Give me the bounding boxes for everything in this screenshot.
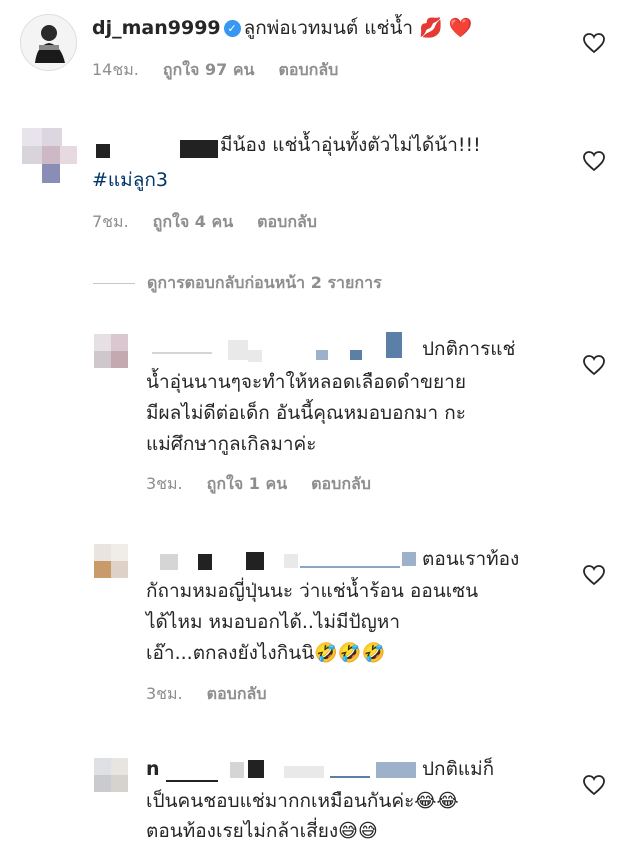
comment-1-meta: 14ชม. ถูกใจ 97 คน ตอบกลับ [92,58,362,83]
avatar-pixel [42,128,62,146]
reply-1: ปกติการแช่ น้ำอุ่นนานๆจะทำให้หลอดเลือดดำ… [0,328,640,498]
avatar-pixel [22,128,42,146]
comment-likes[interactable]: ถูกใจ 1 คน [207,474,287,493]
avatar-pixel [111,351,128,368]
avatar-pixel [111,775,128,792]
redacted-block [180,140,218,158]
reply-1-line-2: น้ำอุ่นนานๆจะทำให้หลอดเลือดดำขยาย [146,371,466,393]
comment-emoji: 💋 ❤️ [419,17,473,39]
reply-button[interactable]: ตอบกลับ [311,474,371,493]
avatar-pixel [94,758,111,775]
comment-2: มีน้อง แช่น้ำอุ่นทั้งตัวไม่ได้น้า!!! #แม… [0,120,640,250]
verified-badge-icon: ✓ [223,20,241,37]
redacted-block [230,762,244,778]
redacted-block [386,332,402,358]
reply-button[interactable]: ตอบกลับ [257,212,317,231]
redacted-block [350,350,362,360]
comment-likes[interactable]: ถูกใจ 4 คน [153,212,233,231]
avatar-pixel [94,351,111,368]
avatar[interactable] [94,758,128,792]
reply-2-line-4: เอ๊า...ตกลงยังไงกินนิ🤣🤣🤣 [146,642,386,664]
redacted-block [198,554,212,570]
avatar[interactable] [22,128,77,183]
avatar-pixel [22,146,42,164]
avatar-pixel [94,334,111,351]
redacted-block [284,554,298,568]
reply-3-line-3: ตอนท้องเรยไม่กล้าเสี่ยง😅😅 [146,820,378,842]
avatar-pixel [94,544,111,561]
comment-username[interactable]: dj_man9999 [92,17,221,39]
avatar-photo [21,15,76,70]
avatar-pixel [111,561,128,578]
reply-2-line-1: ตอนเราท้อง [422,548,520,570]
redacted-block [96,144,110,158]
redacted-block [152,352,212,354]
redacted-block [300,566,400,568]
reply-2-line-2: กัถามหมอญี่ปุ่นนะ ว่าแช่น้ำร้อน ออนเซน [146,580,479,602]
redacted-block [166,780,218,782]
comment-body: ลูกพ่อเวทมนต์ แช่น้ำ [243,17,414,39]
avatar-pixel [94,775,111,792]
heart-outline-icon[interactable] [582,774,606,796]
comment-time[interactable]: 7ชม. [92,212,129,231]
comment-1-text: dj_man9999 ✓ ลูกพ่อเวทมนต์ แช่น้ำ 💋 ❤️ [92,13,473,44]
reply-3-username-fragment[interactable]: n [146,754,160,785]
comment-2-meta: 7ชม. ถูกใจ 4 คน ตอบกลับ [92,210,341,235]
avatar-pixel [111,334,128,351]
reply-2-meta: 3ชม. ตอบกลับ [146,682,290,707]
reply-1-line-4: แม่ศึกษากูลเกิลมาค่ะ [146,433,317,455]
reply-1-meta: 3ชม. ถูกใจ 1 คน ตอบกลับ [146,472,395,497]
replies-divider [93,283,135,284]
redacted-block [284,766,324,778]
heart-outline-icon[interactable] [582,354,606,376]
redacted-block [248,760,264,778]
avatar-pixel [111,758,128,775]
comment-likes[interactable]: ถูกใจ 97 คน [163,60,255,79]
heart-outline-icon[interactable] [582,564,606,586]
redacted-block [246,552,264,570]
redacted-block [376,762,416,778]
reply-3-line-2: เป็นคนชอบแช่มากกเหมือนกันค่ะ😂😂 [146,790,459,812]
avatar-pixel [42,164,60,183]
avatar[interactable] [94,334,128,368]
reply-1-line-1: ปกติการแช่ [422,338,516,360]
redacted-block [402,552,416,566]
reply-button[interactable]: ตอบกลับ [278,60,338,79]
avatar-pixel [42,146,60,164]
redacted-block [248,350,262,362]
reply-3: n ปกติแม่ก็ เป็นคนชอบแช่มากกเหมือนกันค่ะ… [0,750,640,842]
redacted-block [316,350,328,360]
comment-time[interactable]: 14ชม. [92,60,139,79]
avatar-pixel [60,146,77,164]
comment-body: มีน้อง แช่น้ำอุ่นทั้งตัวไม่ได้น้า!!! [220,134,481,156]
comment-time[interactable]: 3ชม. [146,474,183,493]
comment-time[interactable]: 3ชม. [146,684,183,703]
avatar-pixel [94,561,111,578]
reply-3-line-1: ปกติแม่ก็ [422,758,495,780]
hashtag-link[interactable]: #แม่ลูก3 [92,165,168,196]
avatar-pixel [111,544,128,561]
comment-2-text: มีน้อง แช่น้ำอุ่นทั้งตัวไม่ได้น้า!!! [220,130,481,161]
reply-2-line-3: ได้ไหม หมอบอกได้..ไม่มีปัญหา [146,611,400,633]
redacted-block [228,340,248,360]
redacted-block [330,776,370,778]
reply-button[interactable]: ตอบกลับ [207,684,267,703]
reply-1-line-3: มีผลไม่ดีต่อเด็ก อันนี้คุณหมอบอกมา กะ [146,402,466,424]
heart-outline-icon[interactable] [582,32,606,54]
avatar[interactable] [20,14,77,71]
avatar[interactable] [94,544,128,578]
redacted-block [160,554,178,570]
heart-outline-icon[interactable] [582,150,606,172]
view-previous-replies-button[interactable]: ดูการตอบกลับก่อนหน้า 2 รายการ [147,271,382,296]
comment-1: dj_man9999 ✓ ลูกพ่อเวทมนต์ แช่น้ำ 💋 ❤️ 14ช… [0,0,640,90]
reply-2: ตอนเราท้อง กัถามหมอญี่ปุ่นนะ ว่าแช่น้ำร้… [0,540,640,710]
